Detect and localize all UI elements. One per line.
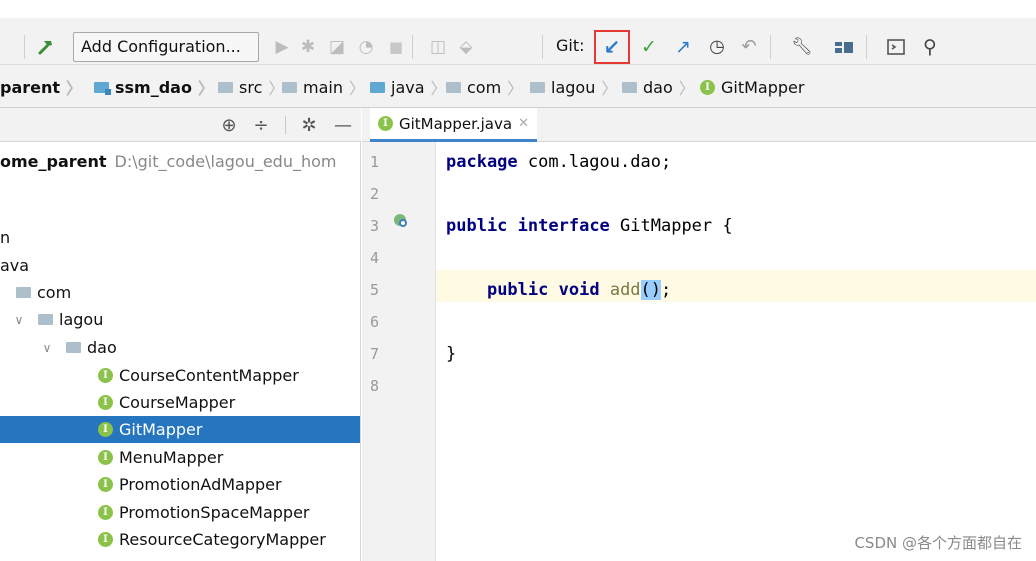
tree-item[interactable]: ava (0, 252, 360, 279)
watermark: CSDN @各个方面都自在 (854, 534, 1022, 552)
tree-item[interactable]: I PromotionAdMapper (0, 471, 360, 498)
project-structure-icon[interactable] (832, 34, 856, 60)
git-push-icon[interactable]: ↗ (671, 34, 695, 60)
interface-icon: I (98, 422, 113, 437)
breadcrumb-item[interactable]: parent 〉 (0, 75, 82, 99)
build-artifacts-icon[interactable]: ⬙ (454, 34, 478, 60)
toolbar-separator (542, 35, 543, 59)
folder-icon (218, 81, 233, 93)
source-folder-icon (370, 81, 385, 93)
tree-item[interactable]: ∨ dao (0, 334, 360, 361)
line-number: 1 (370, 153, 380, 171)
run-icon[interactable]: ▶ (270, 34, 294, 60)
git-history-icon[interactable]: ◷ (705, 34, 729, 60)
breadcrumb-item[interactable]: lagou 〉 (530, 75, 617, 99)
interface-icon: I (98, 505, 113, 520)
editor-tab-bar: I GitMapper.java ✕ (362, 108, 1036, 142)
settings-wrench-icon[interactable]: 🔧︎ (790, 34, 814, 60)
add-configuration-button[interactable]: Add Configuration... (73, 32, 259, 62)
breadcrumb-item[interactable]: java 〉 (370, 75, 447, 99)
breadcrumb-item[interactable]: com 〉 (446, 75, 523, 99)
interface-icon: I (378, 116, 393, 131)
coverage-icon[interactable]: ◪ (325, 34, 349, 60)
toolbar-separator (866, 35, 867, 59)
line-number: 5 (370, 281, 380, 299)
code-editor[interactable]: package com.lagou.dao; public interface … (446, 142, 1036, 561)
package-icon (66, 342, 81, 353)
toolbar-separator (24, 35, 25, 59)
interface-icon: I (98, 450, 113, 465)
tree-item[interactable]: ∨ lagou (0, 306, 360, 333)
git-label: Git: (556, 36, 585, 55)
profile-icon[interactable]: ◔ (354, 34, 378, 60)
line-number: 7 (370, 345, 380, 363)
git-update-highlight (594, 30, 630, 64)
chevron-down-icon[interactable]: ∨ (10, 313, 28, 327)
hammer-icon[interactable] (34, 34, 58, 60)
breadcrumb-item[interactable]: main 〉 (282, 75, 365, 99)
code-line: public void add(); (486, 280, 672, 300)
breadcrumb-item[interactable]: dao 〉 (622, 75, 695, 99)
tree-root[interactable]: ome_parent D:\git_code\lagou_edu_hom (0, 148, 360, 175)
tree-item[interactable]: n (0, 224, 360, 251)
debug-icon[interactable]: ✱ (296, 34, 320, 60)
implemented-marker-icon[interactable] (391, 210, 411, 230)
module-folder-icon (94, 81, 111, 95)
toolbar-separator (412, 35, 413, 59)
package-icon (622, 81, 637, 93)
tree-item[interactable]: I MenuMapper (0, 444, 360, 471)
breadcrumb-item[interactable]: src 〉 (218, 75, 284, 99)
toolbar-separator (770, 35, 771, 59)
search-icon[interactable]: ⚲ (918, 34, 942, 60)
git-rollback-icon[interactable]: ↶ (737, 34, 761, 60)
tree-item[interactable]: I ResourceCategoryMapper (0, 526, 360, 553)
collapse-all-icon[interactable]: ÷ (250, 114, 272, 136)
code-line: public interface GitMapper { (446, 216, 733, 236)
code-line: package com.lagou.dao; (446, 152, 672, 172)
tree-item[interactable]: I CourseMapper (0, 389, 360, 416)
tree-item[interactable]: I CourseContentMapper (0, 362, 360, 389)
line-number: 4 (370, 249, 380, 267)
editor-gutter: 1 2 3 4 5 6 7 8 (362, 142, 436, 561)
editor-tab[interactable]: I GitMapper.java ✕ (370, 108, 537, 142)
close-icon[interactable]: ✕ (518, 116, 529, 131)
package-icon (530, 81, 545, 93)
stop-icon[interactable]: ■ (384, 34, 408, 60)
git-commit-icon[interactable]: ✓ (637, 34, 661, 60)
breadcrumb-item[interactable]: ssm_dao 〉 (94, 75, 214, 99)
gear-icon[interactable]: ✲ (298, 114, 320, 136)
folder-icon (282, 81, 297, 93)
interface-icon: I (98, 368, 113, 383)
terminal-icon[interactable] (884, 34, 908, 60)
breadcrumb-item[interactable]: I GitMapper (700, 75, 804, 99)
line-number: 6 (370, 313, 380, 331)
tree-item[interactable]: com (0, 279, 360, 306)
tree-item-selected[interactable]: I GitMapper (0, 416, 360, 443)
chevron-down-icon[interactable]: ∨ (38, 341, 56, 355)
package-icon (16, 287, 31, 298)
interface-icon: I (98, 532, 113, 547)
line-number: 2 (370, 185, 380, 203)
project-tree: ome_parent D:\git_code\lagou_edu_hom n a… (0, 142, 361, 561)
package-icon (446, 81, 461, 93)
code-line: } (446, 344, 457, 364)
interface-icon: I (98, 395, 113, 410)
interface-icon: I (700, 79, 715, 95)
tree-item[interactable]: I PromotionSpaceMapper (0, 499, 360, 526)
interface-icon: I (98, 477, 113, 492)
attach-icon[interactable]: ◫ (426, 34, 450, 60)
hide-panel-icon[interactable]: — (332, 114, 354, 136)
line-number: 8 (370, 377, 380, 395)
project-panel-header: ⊕ ÷ ✲ — (0, 108, 361, 142)
breadcrumb: parent 〉 ssm_dao 〉 src 〉 main 〉 java 〉 com 〉 l… (0, 64, 1036, 108)
locate-icon[interactable]: ⊕ (218, 114, 240, 136)
package-icon (38, 314, 53, 325)
main-toolbar: Add Configuration... ▶ ✱ ◪ ◔ ■ ◫ ⬙ Git: … (0, 0, 1036, 64)
